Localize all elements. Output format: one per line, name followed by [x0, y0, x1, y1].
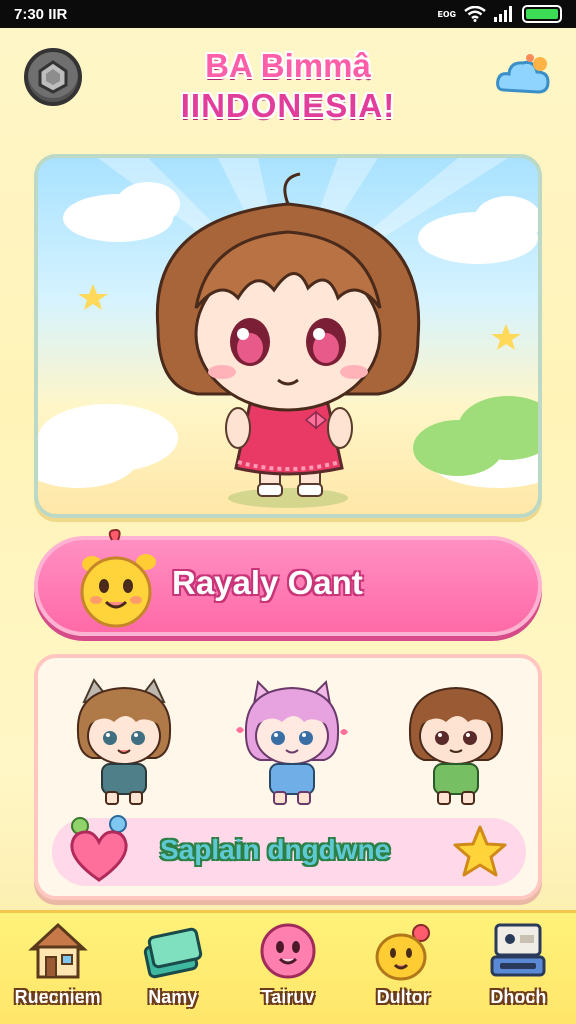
nav-item-pet[interactable]: Dultor	[347, 919, 459, 1023]
bottom-navigation: Ruecniem Namy Tairuv Dultor Dhoch	[0, 910, 576, 1024]
nav-label-device: Dhoch	[490, 987, 547, 1007]
nav-label-cards: Namy	[148, 987, 198, 1007]
hero-illustration	[38, 158, 538, 508]
title-line-2: IINDONESIA!	[180, 87, 396, 124]
nav-label-chat: Tairuv	[261, 987, 315, 1007]
cloud-icon	[496, 54, 550, 94]
character-name-label: Rayaly Oant	[172, 564, 363, 601]
title-line-1: BA Bimmâ	[205, 47, 371, 84]
sub-action-label: Saplain dngdwne	[160, 834, 391, 865]
cat-ear-boy-icon	[76, 678, 172, 805]
star-icon	[453, 825, 507, 877]
cloud-button[interactable]	[496, 52, 552, 100]
character-card-2[interactable]	[232, 672, 352, 812]
chick-icon	[375, 924, 431, 981]
battery-icon	[522, 5, 562, 23]
battery-level	[526, 9, 558, 19]
device-icon	[490, 923, 546, 977]
heart-icon	[70, 815, 128, 882]
nav-item-home[interactable]: Ruecniem	[2, 919, 114, 1023]
nav-item-cards[interactable]: Namy	[117, 919, 229, 1023]
character-select-panel: Saplain dngdwne	[34, 654, 542, 900]
status-icons: ᴇᴏɢ	[437, 5, 562, 23]
nav-label-home: Ruecniem	[14, 987, 101, 1007]
character-hero-panel	[34, 154, 542, 518]
gear-back-icon	[38, 60, 68, 94]
character-card-3[interactable]	[396, 672, 516, 812]
pink-hair-girl-icon	[236, 679, 348, 805]
signal-icon	[494, 6, 514, 22]
status-indicator-text: ᴇᴏɢ	[437, 8, 456, 20]
pink-blob-icon	[260, 923, 316, 979]
page-title: BA Bimmâ IINDONESIA!	[120, 46, 456, 126]
character-card-1[interactable]	[64, 672, 184, 812]
sun-mascot-icon	[80, 528, 156, 628]
wifi-icon	[464, 6, 486, 22]
sub-action-bar[interactable]: Saplain dngdwne	[52, 815, 526, 886]
character-name-bar[interactable]: Rayaly Oant	[34, 528, 542, 636]
nav-label-pet: Dultor	[376, 987, 430, 1007]
status-bar: 7:30 IIR ᴇᴏɢ	[0, 0, 576, 28]
house-icon	[27, 922, 88, 979]
brown-hair-boy-icon	[408, 686, 504, 805]
settings-button[interactable]	[24, 48, 82, 106]
nav-item-chat[interactable]: Tairuv	[232, 919, 344, 1023]
status-time: 7:30 IIR	[14, 5, 68, 23]
cards-icon	[143, 927, 202, 979]
nav-item-device[interactable]: Dhoch	[462, 919, 574, 1023]
